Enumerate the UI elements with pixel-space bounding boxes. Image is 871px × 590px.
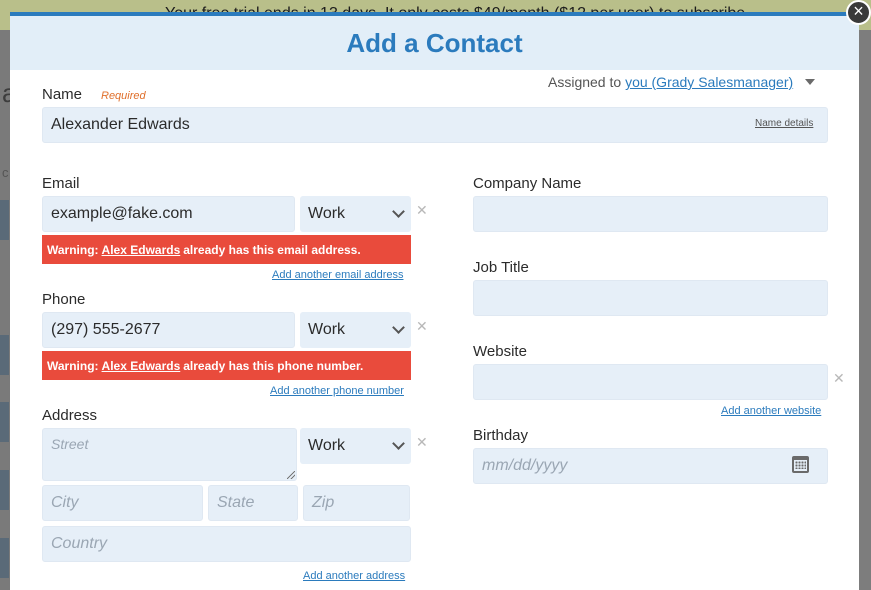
job-title-input[interactable] bbox=[473, 280, 828, 316]
add-phone-link[interactable]: Add another phone number bbox=[270, 385, 404, 397]
phone-warning: Warning: Alex Edwards already has this p… bbox=[42, 351, 411, 380]
background-text-fragment: c bbox=[2, 165, 9, 180]
remove-website-icon[interactable]: ✕ bbox=[833, 370, 845, 387]
add-address-link[interactable]: Add another address bbox=[303, 570, 405, 582]
street-placeholder: Street bbox=[51, 436, 89, 452]
phone-warning-contact-link[interactable]: Alex Edwards bbox=[102, 359, 181, 373]
name-details-link[interactable]: Name details bbox=[755, 118, 813, 129]
birthday-placeholder: mm/dd/yyyy bbox=[482, 457, 568, 474]
zip-input[interactable]: Zip bbox=[303, 485, 410, 521]
email-warning-text: already has this email address. bbox=[183, 242, 361, 257]
background-bar bbox=[0, 402, 9, 442]
phone-type-select[interactable]: Work bbox=[300, 312, 411, 348]
city-placeholder: City bbox=[51, 494, 79, 511]
email-warning-contact-link[interactable]: Alex Edwards bbox=[102, 243, 181, 257]
email-type-value: Work bbox=[308, 205, 346, 222]
add-email-link[interactable]: Add another email address bbox=[272, 269, 403, 281]
chevron-down-icon bbox=[392, 205, 405, 218]
chevron-down-icon bbox=[392, 321, 405, 334]
birthday-label: Birthday bbox=[473, 427, 529, 444]
remove-email-icon[interactable]: ✕ bbox=[416, 202, 428, 219]
name-label: Name bbox=[42, 86, 83, 103]
remove-address-icon[interactable]: ✕ bbox=[416, 434, 428, 451]
email-value: example@fake.com bbox=[51, 205, 193, 222]
country-input[interactable]: Country bbox=[42, 526, 411, 562]
job-title-label: Job Title bbox=[473, 259, 529, 276]
assigned-to: Assigned to you (Grady Salesmanager) bbox=[548, 74, 816, 90]
background-bar bbox=[0, 335, 9, 375]
email-label: Email bbox=[42, 175, 80, 192]
name-input[interactable]: Alexander Edwards bbox=[42, 107, 828, 143]
street-input[interactable]: Street bbox=[42, 428, 297, 481]
close-icon: × bbox=[853, 1, 864, 21]
zip-placeholder: Zip bbox=[312, 494, 335, 511]
email-input[interactable]: example@fake.com bbox=[42, 196, 295, 232]
assigned-to-label: Assigned to bbox=[548, 74, 622, 90]
company-name-label: Company Name bbox=[473, 175, 582, 192]
modal-title: Add a Contact bbox=[346, 28, 523, 58]
modal-header: Add a Contact bbox=[10, 16, 859, 70]
background-bar bbox=[0, 470, 9, 510]
email-warning-prefix: Warning: bbox=[47, 242, 99, 257]
background-bar bbox=[0, 538, 9, 578]
background-bar bbox=[0, 200, 9, 240]
phone-value: (297) 555-2677 bbox=[51, 321, 161, 338]
country-placeholder: Country bbox=[51, 535, 108, 552]
name-value: Alexander Edwards bbox=[51, 116, 190, 133]
phone-type-value: Work bbox=[308, 321, 346, 338]
assigned-user-link[interactable]: you (Grady Salesmanager) bbox=[625, 74, 793, 90]
close-modal-button[interactable]: × bbox=[846, 0, 871, 25]
email-warning: Warning: Alex Edwards already has this e… bbox=[42, 235, 411, 264]
state-placeholder: State bbox=[217, 494, 255, 511]
add-website-link[interactable]: Add another website bbox=[721, 405, 821, 417]
company-name-input[interactable] bbox=[473, 196, 828, 232]
chevron-down-icon bbox=[392, 437, 405, 450]
phone-warning-prefix: Warning: bbox=[47, 358, 99, 373]
phone-warning-text: already has this phone number. bbox=[183, 358, 364, 373]
required-indicator: Required bbox=[101, 90, 146, 102]
address-type-select[interactable]: Work bbox=[300, 428, 411, 464]
phone-input[interactable]: (297) 555-2677 bbox=[42, 312, 295, 348]
assign-dropdown-icon[interactable] bbox=[805, 79, 816, 85]
phone-label: Phone bbox=[42, 291, 86, 308]
website-label: Website bbox=[473, 343, 527, 360]
resize-handle[interactable] bbox=[287, 471, 295, 479]
website-input[interactable] bbox=[473, 364, 828, 400]
city-input[interactable]: City bbox=[42, 485, 203, 521]
calendar-icon[interactable] bbox=[792, 456, 809, 473]
address-label: Address bbox=[42, 407, 98, 424]
address-type-value: Work bbox=[308, 437, 346, 454]
email-type-select[interactable]: Work bbox=[300, 196, 411, 232]
state-input[interactable]: State bbox=[208, 485, 298, 521]
remove-phone-icon[interactable]: ✕ bbox=[416, 318, 428, 335]
birthday-input[interactable]: mm/dd/yyyy bbox=[473, 448, 828, 484]
